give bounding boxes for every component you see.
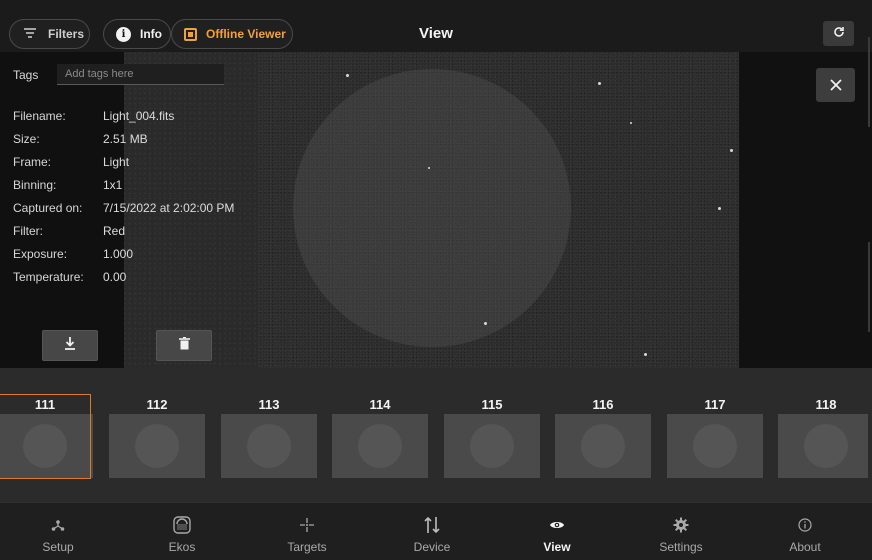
star [598, 82, 601, 85]
meta-value: 7/15/2022 at 2:02:00 PM [103, 201, 235, 215]
nav-label: About [789, 540, 821, 554]
nav-label: Device [413, 540, 451, 554]
meta-key: Exposure: [13, 247, 68, 261]
star [346, 74, 349, 77]
ekos-icon [172, 515, 192, 535]
meta-key: Frame: [13, 155, 52, 169]
meta-key: Binning: [13, 178, 57, 192]
filters-label: Filters [48, 27, 85, 41]
thumbnail-image [109, 414, 205, 478]
nav-label: Settings [659, 540, 703, 554]
thumbnail-115[interactable]: 115 [444, 394, 540, 478]
nav-setup[interactable]: Setup [0, 503, 120, 560]
targets-icon [297, 515, 317, 535]
thumbnail-number: 116 [592, 397, 614, 412]
tags-input[interactable] [57, 64, 224, 85]
thumbnail-image [221, 414, 317, 478]
thumbnail-114[interactable]: 114 [332, 394, 428, 478]
about-icon [795, 515, 815, 535]
nav-label: Targets [287, 540, 327, 554]
thumbnail-image [0, 414, 93, 478]
star [428, 167, 430, 169]
nav-settings[interactable]: Settings [619, 503, 743, 560]
thumbnail-112[interactable]: 112 [109, 394, 205, 478]
flat-disc [293, 69, 571, 347]
thumbnail-number: 114 [369, 397, 391, 412]
download-icon [64, 336, 76, 355]
close-icon [829, 75, 842, 96]
nav-targets[interactable]: Targets [245, 503, 369, 560]
meta-value: 2.51 MB [103, 132, 148, 146]
trash-icon [178, 336, 190, 355]
nav-label: View [543, 540, 571, 554]
refresh-icon [833, 25, 845, 43]
meta-value: Red [103, 224, 126, 238]
meta-value: Light [103, 155, 130, 169]
thumbnail-number: 112 [146, 397, 168, 412]
filters-button[interactable]: Filters [9, 19, 90, 49]
nav-view[interactable]: View [495, 503, 619, 560]
meta-value: 0.00 [103, 270, 127, 284]
nav-label: Setup [42, 540, 74, 554]
meta-key: Filter: [13, 224, 43, 238]
top-bar: Filters i Info Offline Viewer View [0, 0, 872, 52]
delete-button[interactable] [156, 330, 212, 361]
star [718, 207, 721, 210]
meta-key: Filename: [13, 109, 66, 123]
close-button[interactable] [816, 68, 855, 102]
thumbnail-117[interactable]: 117 [667, 394, 763, 478]
star [730, 149, 733, 152]
star [484, 322, 487, 325]
gear-icon [671, 515, 691, 535]
star [630, 122, 632, 124]
offline-viewer-tab[interactable]: Offline Viewer [171, 19, 293, 49]
nav-about[interactable]: About [743, 503, 867, 560]
thumbnail-image [778, 414, 868, 478]
meta-value: Light_004.fits [103, 109, 175, 123]
setup-icon [48, 515, 68, 535]
thumbnail-116[interactable]: 116 [555, 394, 651, 478]
thumbnail-image [667, 414, 763, 478]
filter-icon [24, 27, 36, 41]
download-button[interactable] [42, 330, 98, 361]
meta-key: Size: [13, 132, 40, 146]
offline-viewer-label: Offline Viewer [206, 27, 286, 41]
thumbnail-number: 115 [481, 397, 503, 412]
device-icon [422, 515, 442, 535]
info-icon: i [116, 26, 131, 42]
nav-device[interactable]: Device [370, 503, 494, 560]
meta-key: Temperature: [13, 270, 84, 284]
thumbnail-number: 118 [815, 397, 837, 412]
scroll-edge [868, 242, 870, 332]
thumbnail-image [555, 414, 651, 478]
meta-value: 1.000 [103, 247, 134, 261]
bottom-navigation: Setup Ekos Targets Device View Settings [0, 502, 872, 560]
thumbnail-strip: 111 112 113 114 115 116 117 118 [0, 368, 872, 502]
refresh-button[interactable] [823, 21, 854, 46]
info-panel: Tags Filename: Light_004.fits Size: 2.51… [0, 52, 258, 368]
thumbnail-number: 111 [34, 397, 56, 412]
thumbnail-113[interactable]: 113 [221, 394, 317, 478]
scroll-edge [868, 37, 870, 127]
thumbnail-number: 117 [704, 397, 726, 412]
info-label: Info [140, 27, 162, 41]
info-tab[interactable]: i Info [103, 19, 171, 49]
thumbnail-118[interactable]: 118 [778, 394, 868, 478]
eye-icon [547, 515, 567, 535]
nav-ekos[interactable]: Ekos [120, 503, 244, 560]
thumbnail-number: 113 [258, 397, 280, 412]
meta-value: 1x1 [103, 178, 123, 192]
meta-key: Captured on: [13, 201, 83, 215]
thumbnail-111[interactable]: 111 [0, 394, 93, 479]
thumbnail-image [332, 414, 428, 478]
nav-label: Ekos [168, 540, 196, 554]
star [644, 353, 647, 356]
image-icon [184, 27, 197, 41]
tags-label: Tags [13, 68, 39, 82]
fits-image[interactable] [258, 52, 739, 368]
thumbnail-image [444, 414, 540, 478]
